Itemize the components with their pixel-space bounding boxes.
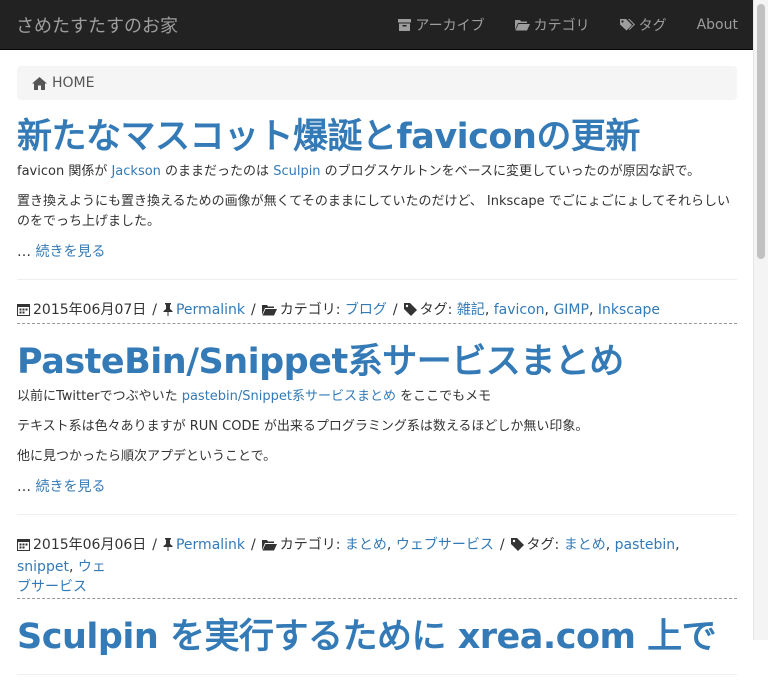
permalink-link[interactable]: Permalink: [176, 537, 245, 553]
nav-item-about[interactable]: About: [682, 0, 753, 50]
main-content: HOME 新たなマスコット爆誕とfaviconの更新 favicon 関係が J…: [17, 50, 737, 695]
pastebin-summary-link[interactable]: pastebin/Snippet系サービスまとめ: [182, 389, 396, 404]
separator: /: [499, 537, 505, 553]
post-title[interactable]: Sculpin を実行するために xrea.com 上で: [17, 617, 737, 657]
text: をここでもメモ: [395, 389, 492, 404]
tag-link[interactable]: snippet: [17, 559, 69, 575]
sculpin-link[interactable]: Sculpin: [273, 164, 320, 179]
tag-link[interactable]: pastebin: [615, 537, 676, 553]
tag-icon: [403, 302, 417, 322]
tag-icon: [510, 537, 524, 557]
category-label: カテゴリ:: [279, 302, 341, 318]
read-more-link[interactable]: 続きを見る: [35, 479, 105, 495]
breadcrumb-home[interactable]: HOME: [52, 75, 94, 91]
nav-item-label: タグ: [638, 18, 667, 34]
category-link[interactable]: まとめ: [345, 537, 387, 553]
tag-link[interactable]: 雑記: [457, 302, 485, 318]
nav-item-label: About: [696, 17, 738, 33]
nav-item-category[interactable]: カテゴリ: [500, 0, 605, 50]
post-date: 2015年06月06日: [33, 537, 147, 553]
tag-label: タグ:: [526, 537, 560, 553]
post-paragraph: favicon 関係が Jackson のままだったのは Sculpin のブロ…: [17, 162, 737, 182]
calendar-icon: [17, 537, 30, 557]
post-date: 2015年06月07日: [33, 302, 147, 318]
calendar-icon: [17, 302, 30, 322]
tag-link[interactable]: まとめ: [564, 537, 606, 553]
archive-icon: [398, 19, 412, 31]
nav-menu: アーカイブ カテゴリ タグ About: [383, 0, 753, 50]
folder-open-icon: [514, 19, 530, 31]
nav-item-label: アーカイブ: [415, 18, 485, 34]
folder-open-icon: [261, 537, 277, 557]
nav-item-label: カテゴリ: [533, 18, 590, 34]
site-title[interactable]: さめたすたすのお家: [16, 12, 178, 38]
vertical-scrollbar[interactable]: [753, 0, 768, 640]
folder-open-icon: [261, 302, 277, 322]
read-more-link[interactable]: 続きを見る: [35, 244, 105, 260]
tag-link[interactable]: favicon: [494, 302, 545, 318]
permalink-link[interactable]: Permalink: [176, 302, 245, 318]
post-meta: 2015年06月07日 / Permalink / カテゴリ: ブログ / タグ: 雑記, …: [17, 300, 737, 324]
category-link[interactable]: ウェブサービス: [396, 537, 494, 553]
post-paragraph: 他に見つかったら順次アプデということで。: [17, 449, 277, 464]
ellipsis: …: [17, 479, 36, 495]
post: Sculpin を実行するために xrea.com 上で: [17, 617, 737, 675]
tags-icon: [619, 18, 635, 32]
tag-label: タグ:: [419, 302, 453, 318]
text: のままだったのは: [160, 164, 274, 179]
category-label: カテゴリ:: [279, 537, 341, 553]
post-paragraph: 置き換えようにも置き換えるための画像が無くてそのままにしていたのだけど、 Ink…: [17, 194, 731, 229]
separator: /: [251, 537, 256, 553]
post-paragraph: テキスト系は色々ありますが RUN CODE が出来るプログラミング系は数えるほ…: [17, 419, 589, 434]
read-more: … 続きを見る: [17, 242, 737, 262]
jackson-link[interactable]: Jackson: [111, 164, 160, 179]
post-meta: 2015年06月06日 / Permalink / カテゴリ: まとめ, ウェブサービス…: [17, 535, 737, 599]
scrollbar-thumb[interactable]: [757, 4, 765, 259]
breadcrumb: HOME: [17, 66, 737, 100]
post: PasteBin/Snippet系サービスまとめ 以前にTwitterでつぶやい…: [17, 342, 737, 515]
home-icon: [32, 76, 47, 90]
tag-link[interactable]: ウェ: [78, 559, 106, 575]
read-more: … 続きを見る: [17, 477, 737, 497]
nav-item-tags[interactable]: タグ: [605, 0, 682, 50]
post: 新たなマスコット爆誕とfaviconの更新 favicon 関係が Jackso…: [17, 117, 737, 280]
tag-link[interactable]: GIMP: [553, 302, 589, 318]
text: 以前にTwitterでつぶやいた: [17, 389, 182, 404]
tag-link[interactable]: ブサービス: [17, 579, 87, 595]
separator: /: [251, 302, 256, 318]
text: favicon 関係が: [17, 164, 112, 179]
post-title[interactable]: PasteBin/Snippet系サービスまとめ: [17, 342, 737, 382]
ellipsis: …: [17, 244, 36, 260]
post-title[interactable]: 新たなマスコット爆誕とfaviconの更新: [17, 117, 737, 157]
navbar: さめたすたすのお家 アーカイブ カテゴリ タグ About: [0, 0, 753, 50]
separator: /: [152, 302, 157, 318]
pushpin-icon: [163, 302, 173, 322]
text: のブログスケルトンをベースに変更していったのが原因な訳で。: [320, 164, 701, 179]
separator: /: [152, 537, 157, 553]
pushpin-icon: [163, 537, 173, 557]
tag-link[interactable]: Inkscape: [598, 302, 660, 318]
post-paragraph: 以前にTwitterでつぶやいた pastebin/Snippet系サービスまと…: [17, 387, 737, 407]
category-link[interactable]: ブログ: [345, 302, 387, 318]
nav-item-archive[interactable]: アーカイブ: [383, 0, 499, 50]
separator: /: [392, 302, 398, 318]
